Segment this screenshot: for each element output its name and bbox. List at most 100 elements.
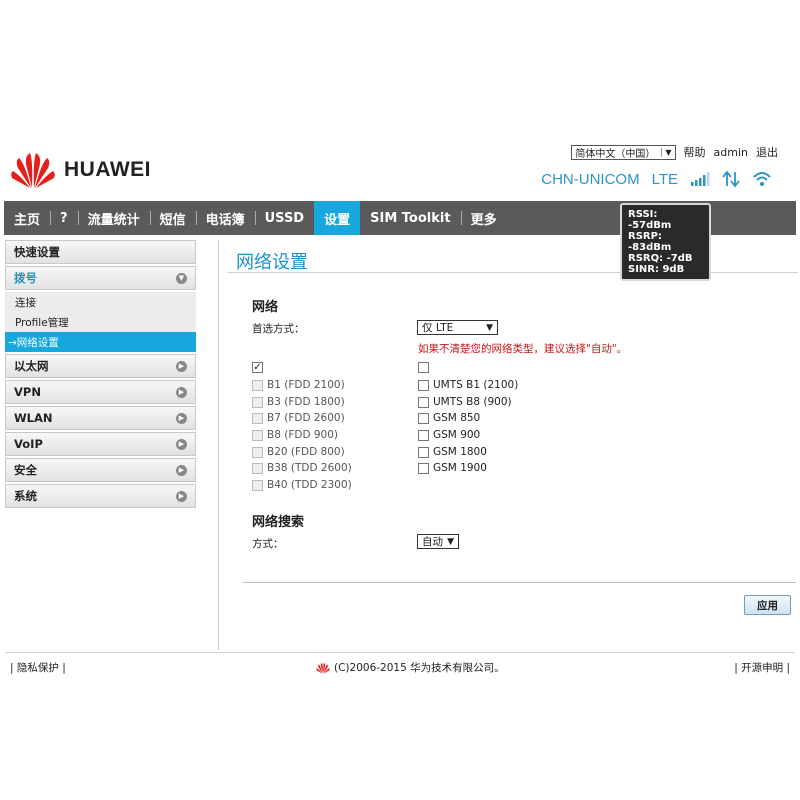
- checkbox[interactable]: [418, 362, 429, 373]
- band-label: GSM 1900: [433, 462, 487, 474]
- help-link[interactable]: 帮助: [684, 144, 706, 160]
- sinr-value: SINR: 9dB: [628, 264, 685, 275]
- lte-band-option[interactable]: B1 (FDD 2100): [252, 379, 345, 391]
- checkbox[interactable]: [418, 446, 429, 458]
- nav-phonebook[interactable]: 电话簿: [195, 201, 255, 235]
- rssi-value: RSSI: -57dBm: [628, 209, 672, 231]
- huawei-flower-icon: [11, 153, 55, 188]
- sidebar-item-wlan[interactable]: WLAN ▶: [5, 406, 196, 430]
- language-select[interactable]: 简体中文（中国） ▼: [571, 144, 676, 160]
- checkbox[interactable]: [252, 412, 263, 424]
- checkbox[interactable]: [252, 429, 263, 441]
- band-label: GSM 850: [433, 412, 481, 424]
- checkbox[interactable]: [252, 396, 263, 408]
- checkbox[interactable]: [418, 462, 429, 474]
- checkbox[interactable]: [418, 429, 429, 441]
- sidebar-item-label: 拨号: [14, 271, 37, 285]
- page-title: 网络设置: [236, 252, 308, 273]
- nav-help[interactable]: ?: [50, 201, 78, 235]
- other-band-option[interactable]: UMTS B8 (900): [418, 396, 512, 408]
- search-mode-label: 方式：: [252, 538, 284, 550]
- sidebar-item-ethernet[interactable]: 以太网 ▶: [5, 354, 196, 378]
- sidebar-item-voip[interactable]: VoIP ▶: [5, 432, 196, 456]
- other-band-option[interactable]: GSM 900: [418, 429, 480, 441]
- top-links: 简体中文（中国） ▼ 帮助 admin 退出: [571, 144, 778, 160]
- sidebar-item-quick-setup[interactable]: 快速设置: [5, 240, 196, 264]
- sidebar-item-security[interactable]: 安全 ▶: [5, 458, 196, 482]
- footer-divider: [5, 652, 795, 653]
- footer-privacy: | 隐私保护 |: [10, 662, 66, 674]
- sidebar-item-dial[interactable]: 拨号 ▼: [5, 266, 196, 290]
- nav-statistics[interactable]: 流量统计: [77, 201, 150, 235]
- band-label: GSM 1800: [433, 446, 487, 458]
- footer-copyright: (C)2006-2015 华为技术有限公司。: [316, 660, 505, 675]
- sidebar-subitem-connection[interactable]: 连接: [5, 292, 196, 312]
- nav-settings[interactable]: 设置: [314, 201, 361, 235]
- wifi-icon[interactable]: [752, 170, 772, 188]
- brand-name: HUAWEI: [64, 158, 151, 181]
- chevron-down-icon: ▼: [486, 322, 493, 333]
- sidebar-subitem-network-settings[interactable]: →网络设置: [5, 332, 196, 352]
- signal-strength-icon[interactable]: [690, 171, 710, 187]
- rsrq-value: RSRQ: -7dB: [628, 253, 693, 264]
- sidebar-item-label: 安全: [14, 463, 37, 477]
- sidebar-item-label: WLAN: [14, 411, 53, 425]
- lte-band-option[interactable]: B7 (FDD 2600): [252, 412, 345, 424]
- chevron-right-icon: ▶: [176, 386, 187, 398]
- logout-link[interactable]: 退出: [756, 144, 778, 160]
- network-type: LTE: [651, 170, 678, 188]
- sidebar-item-vpn[interactable]: VPN ▶: [5, 380, 196, 404]
- rsrp-value: RSRP: -83dBm: [628, 231, 672, 253]
- dial-submenu: 连接 Profile管理 →网络设置: [5, 292, 196, 352]
- signal-tooltip: RSSI: -57dBm RSRP: -83dBm RSRQ: -7dB SIN…: [620, 203, 711, 281]
- checkbox[interactable]: [418, 396, 429, 408]
- lte-band-option[interactable]: B3 (FDD 1800): [252, 396, 345, 408]
- checkbox[interactable]: [418, 379, 429, 391]
- nav-sim-toolkit[interactable]: SIM Toolkit: [360, 201, 460, 235]
- checkbox[interactable]: ✓: [252, 362, 263, 373]
- lte-band-option[interactable]: B20 (FDD 800): [252, 446, 345, 458]
- language-value: 简体中文（中国）: [575, 148, 656, 160]
- band-label: B20 (FDD 800): [267, 446, 345, 458]
- lte-all-checkbox[interactable]: ✓: [252, 362, 263, 373]
- band-label: UMTS B1 (2100): [433, 379, 519, 391]
- content-divider: [218, 240, 219, 650]
- other-band-option[interactable]: GSM 1800: [418, 446, 487, 458]
- huawei-flower-icon: [316, 662, 330, 673]
- preferred-mode-select[interactable]: 仅 LTE ▼: [417, 320, 498, 335]
- band-label: B7 (FDD 2600): [267, 412, 345, 424]
- copyright-text: (C)2006-2015 华为技术有限公司。: [334, 662, 505, 674]
- lte-band-option[interactable]: B8 (FDD 900): [252, 429, 338, 441]
- other-all-checkbox[interactable]: [418, 362, 429, 373]
- nav-home[interactable]: 主页: [4, 201, 50, 235]
- band-label: B1 (FDD 2100): [267, 379, 345, 391]
- privacy-link[interactable]: 隐私保护: [17, 662, 59, 674]
- checkbox[interactable]: [252, 379, 263, 391]
- band-label: B40 (TDD 2300): [267, 479, 352, 491]
- other-band-option[interactable]: GSM 1900: [418, 462, 487, 474]
- nav-more[interactable]: 更多: [460, 201, 507, 235]
- search-mode-select[interactable]: 自动 ▼: [417, 534, 459, 549]
- sidebar-item-system[interactable]: 系统 ▶: [5, 484, 196, 508]
- band-label: B3 (FDD 1800): [267, 396, 345, 408]
- other-band-option[interactable]: GSM 850: [418, 412, 480, 424]
- nav-sms[interactable]: 短信: [149, 201, 196, 235]
- footer-open-source: | 开源申明 |: [734, 662, 790, 674]
- lte-band-option[interactable]: B40 (TDD 2300): [252, 479, 352, 491]
- apply-button[interactable]: 应用: [744, 595, 791, 615]
- other-band-option[interactable]: UMTS B1 (2100): [418, 379, 518, 391]
- connection-status: CHN-UNICOM LTE: [541, 170, 772, 188]
- checkbox[interactable]: [418, 412, 429, 424]
- sidebar-subitem-profile[interactable]: Profile管理: [5, 312, 196, 332]
- band-label: GSM 900: [433, 429, 481, 441]
- nav-ussd[interactable]: USSD: [254, 201, 315, 235]
- open-source-link[interactable]: 开源申明: [741, 662, 783, 674]
- lte-band-option[interactable]: B38 (TDD 2600): [252, 462, 352, 474]
- band-label: B38 (TDD 2600): [267, 462, 352, 474]
- form-divider: [243, 582, 796, 583]
- checkbox[interactable]: [252, 446, 263, 458]
- checkbox[interactable]: [252, 479, 263, 491]
- band-label: B8 (FDD 900): [267, 429, 339, 441]
- chevron-down-icon: ▼: [447, 536, 454, 547]
- checkbox[interactable]: [252, 462, 263, 474]
